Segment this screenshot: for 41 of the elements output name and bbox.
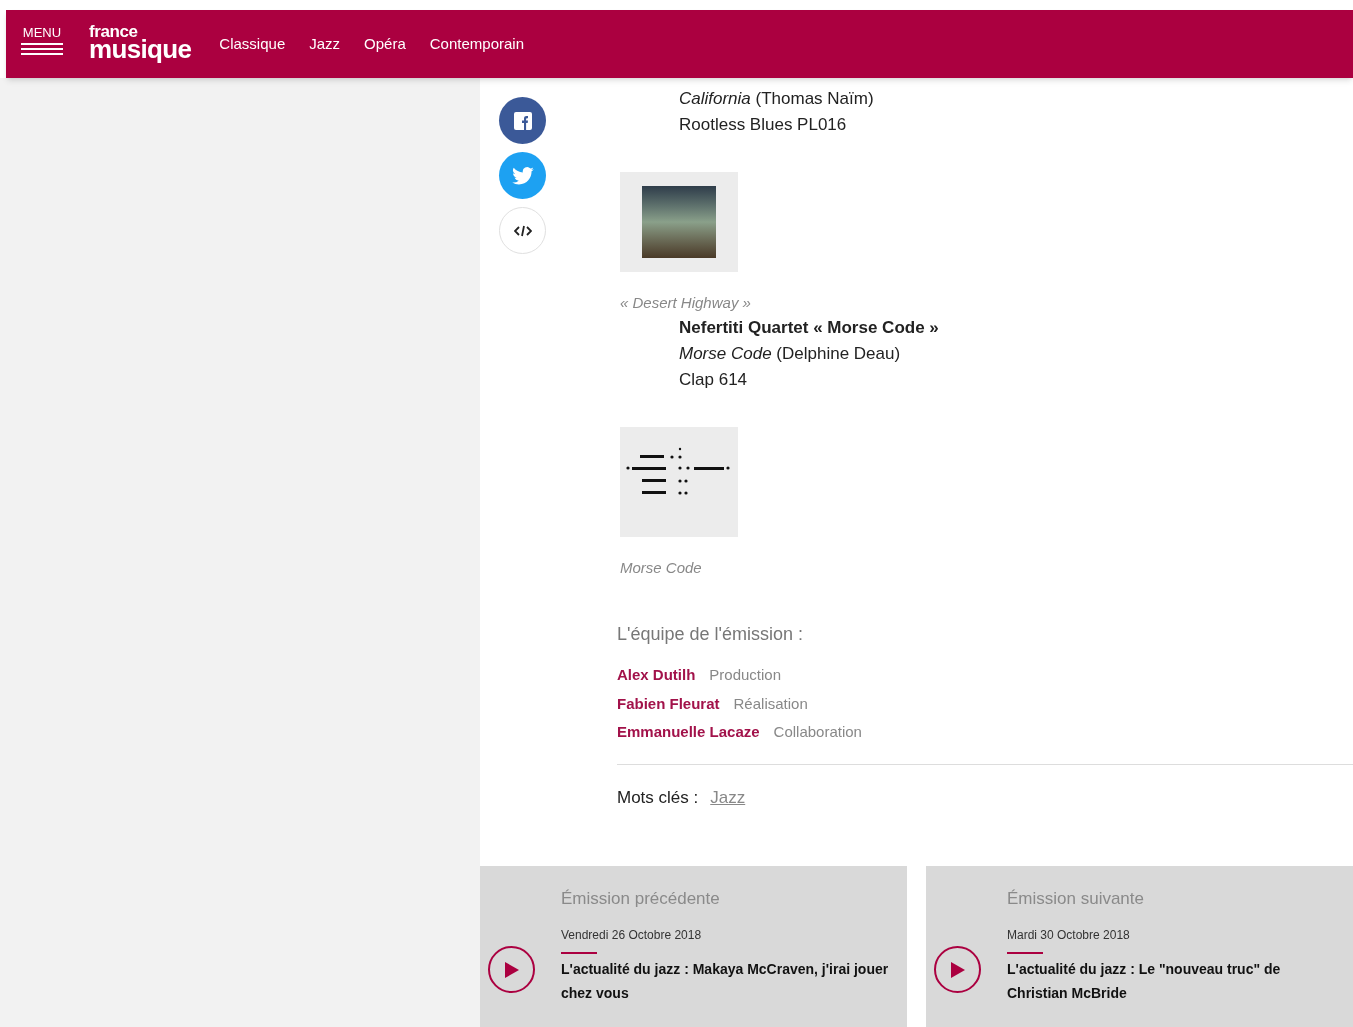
keywords-label: Mots clés : [617, 786, 699, 809]
nav-link[interactable]: Classique [219, 32, 286, 56]
track-label: Rootless Blues PL016 [679, 114, 848, 136]
episode-date: Vendredi 26 Octobre 2018 [561, 926, 702, 944]
cover-caption: « Desert Highway » [620, 293, 751, 313]
episode-heading: Émission suivante [1007, 888, 1144, 910]
play-icon [503, 960, 520, 979]
facebook-icon [513, 111, 532, 130]
nav-link[interactable]: Opéra [364, 32, 406, 56]
track-label: Clap 614 [679, 368, 749, 391]
episode-card[interactable]: Émission précédente Vendredi 26 Octobre 2018 L'actualité du jazz : Makaya McCraven, j'irai jouer chez vous [480, 866, 907, 1027]
twitter-share-button[interactable] [499, 152, 546, 199]
team-heading: L'équipe de l'émission : [617, 623, 803, 646]
bird-icon [511, 166, 534, 185]
play-button[interactable] [934, 946, 981, 993]
site-logo[interactable]: france musique [89, 22, 192, 62]
team-member-link[interactable]: Alex Dutilh [617, 664, 696, 687]
nav-link[interactable]: Jazz [309, 32, 341, 56]
facebook-share-button[interactable] [499, 97, 546, 144]
episode-title: L'actualité du jazz : Le "nouveau truc" de Christian McBride [1007, 959, 1282, 1003]
code-icon [513, 224, 532, 237]
team-member-role: Réalisation [733, 693, 808, 714]
team-member-link[interactable]: Emmanuelle Lacaze [617, 721, 760, 744]
episode-heading: Émission précédente [561, 888, 720, 910]
nav-link[interactable]: Contemporain [429, 32, 524, 56]
menu-icon [21, 42, 63, 56]
track-album: California (Thomas Naïm) [679, 88, 875, 110]
play-icon [949, 960, 966, 979]
team-member-role: Collaboration [773, 722, 862, 742]
team-member-link[interactable]: Fabien Fleurat [617, 692, 720, 715]
play-button[interactable] [488, 946, 535, 993]
embed-button[interactable] [499, 207, 546, 254]
track-album: Morse Code (Delphine Deau) [679, 342, 902, 365]
track-title: Nefertiti Quartet « Morse Code » [679, 316, 940, 339]
menu-button[interactable]: MENU [21, 26, 63, 56]
team-member-role: Production [709, 665, 782, 685]
keyword-link[interactable]: Jazz [710, 784, 746, 810]
cover-caption: Morse Code [620, 557, 702, 578]
episode-title: L'actualité du jazz : Makaya McCraven, j'irai jouer chez vous [561, 959, 890, 1003]
episode-date: Mardi 30 Octobre 2018 [1007, 926, 1130, 944]
episode-card[interactable]: Émission suivante Mardi 30 Octobre 2018 L'actualité du jazz : Le "nouveau truc" de Christian McBride [926, 866, 1353, 1027]
